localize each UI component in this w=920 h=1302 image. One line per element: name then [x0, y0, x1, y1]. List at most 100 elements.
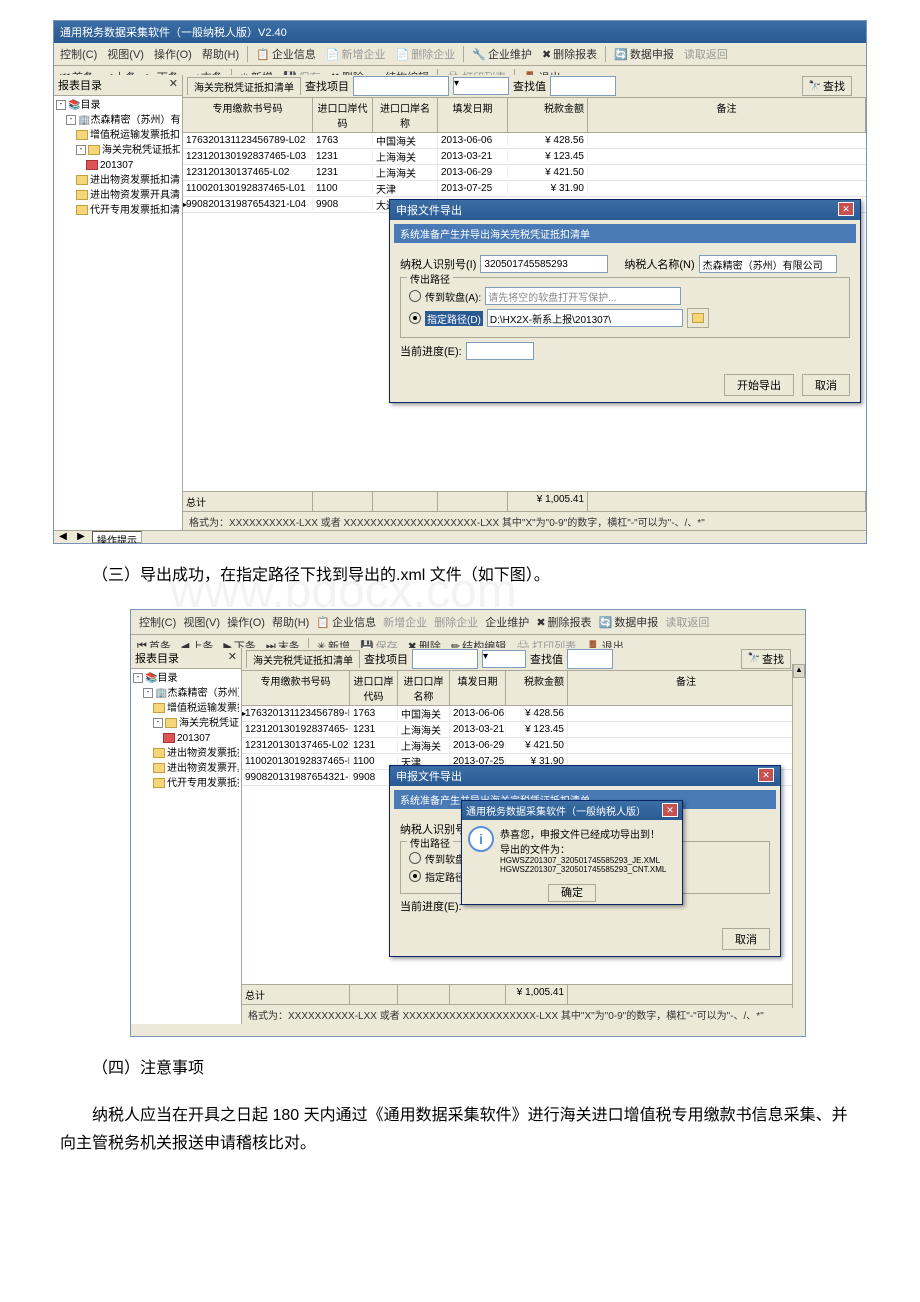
- tree-item-active[interactable]: 201307: [56, 158, 180, 173]
- tree-close-icon[interactable]: ✕: [169, 77, 178, 93]
- close-icon[interactable]: ✕: [662, 803, 678, 817]
- tree-item[interactable]: 增值税运输发票抵扣清单: [133, 701, 239, 716]
- tree-item[interactable]: 进出物资发票抵扣清单: [56, 173, 180, 188]
- menu-help[interactable]: 帮助(H): [270, 613, 311, 631]
- tree-company[interactable]: -🏢杰森精密（苏州）有限公司: [133, 686, 239, 701]
- tree-item[interactable]: 进出物资发票抵扣清单: [133, 746, 239, 761]
- browse-button[interactable]: [687, 308, 709, 328]
- table-row[interactable]: 123120130192837465-L031231上海海关2013-03-21…: [183, 149, 866, 165]
- folder-open-icon: [692, 313, 704, 323]
- format-hint: 格式为：XXXXXXXXXX-LXX 或者 XXXXXXXXXXXXXXXXXX…: [183, 511, 866, 531]
- cancel-button[interactable]: 取消: [722, 928, 770, 950]
- path-input[interactable]: D:\HX2X-新系上报\201307\: [487, 309, 683, 327]
- progress-label: 当前进度(E):: [400, 898, 462, 914]
- col-header[interactable]: 税款金额: [508, 98, 588, 132]
- cell: 1763: [350, 708, 398, 719]
- table-row[interactable]: 123120130192837465-L031231上海海关2013-03-21…: [242, 722, 805, 738]
- scroll-up-icon[interactable]: ▲: [793, 664, 805, 678]
- tree-close-icon[interactable]: ✕: [228, 650, 237, 666]
- col-header[interactable]: 填发日期: [450, 671, 506, 705]
- tree-item[interactable]: -海关完税凭证抵扣清单: [133, 716, 239, 731]
- radio-floppy[interactable]: [409, 852, 421, 864]
- col-header[interactable]: 进口口岸代码: [313, 98, 373, 132]
- radio-path[interactable]: [409, 870, 421, 882]
- query-input[interactable]: [353, 76, 449, 96]
- tree-company[interactable]: -🏢杰森精密（苏州）有限公司: [56, 113, 180, 128]
- vertical-scrollbar[interactable]: ▲: [792, 664, 805, 1008]
- scroll-right-icon[interactable]: ▶: [72, 531, 90, 543]
- grid-tab[interactable]: 海关完税凭证抵扣清单: [246, 650, 360, 668]
- table-row[interactable]: 176320131123456789-L021763中国海关2013-06-06…: [183, 133, 866, 149]
- msg-file: HGWSZ201307_320501745585293_CNT.XML: [500, 865, 666, 874]
- table-row[interactable]: 110020130192837465-L011100天津2013-07-25¥ …: [183, 181, 866, 197]
- col-header[interactable]: 进口口岸代码: [350, 671, 398, 705]
- menu-help[interactable]: 帮助(H): [200, 45, 241, 63]
- tree-item[interactable]: 代开专用发票抵扣清单: [56, 203, 180, 218]
- cell: 2013-03-21: [438, 151, 508, 162]
- find-button[interactable]: 🔭查找: [802, 76, 852, 96]
- cell: ¥ 428.56: [506, 708, 568, 719]
- menu-view[interactable]: 视图(V): [181, 613, 222, 631]
- cell: 123120130137465-L02: [242, 740, 350, 751]
- tree-item[interactable]: -海关完税凭证抵扣清单: [56, 143, 180, 158]
- tree-root[interactable]: -📚目录: [133, 671, 239, 686]
- menu-operate[interactable]: 操作(O): [152, 45, 194, 63]
- catalog-select[interactable]: ▾: [453, 77, 509, 95]
- ent-info-button[interactable]: 📋企业信息: [254, 45, 318, 63]
- cell: 176320131123456789-L02: [242, 708, 350, 719]
- close-icon[interactable]: ✕: [758, 768, 774, 782]
- cell: 110020130192837465-L01: [242, 756, 350, 767]
- radio-path[interactable]: [409, 312, 421, 324]
- menu-control[interactable]: 控制(C): [137, 613, 178, 631]
- cancel-button[interactable]: 取消: [802, 374, 850, 396]
- taxid-field[interactable]: 320501745585293: [480, 255, 608, 273]
- table-row[interactable]: 123120130137465-L021231上海海关2013-06-29¥ 4…: [183, 165, 866, 181]
- ent-maint-button[interactable]: 🔧企业维护: [470, 45, 534, 63]
- tree-item[interactable]: 进出物资发票开具清单: [133, 761, 239, 776]
- tree-root[interactable]: -📚目录: [56, 98, 180, 113]
- cell: 1231: [350, 740, 398, 751]
- col-header[interactable]: 专用缴款书号码: [183, 98, 313, 132]
- ent-maint-button[interactable]: 企业维护: [483, 613, 531, 631]
- catalog-input[interactable]: [567, 649, 613, 669]
- catalog-input[interactable]: [550, 76, 616, 96]
- cell: 990820131987654321-L04: [183, 199, 313, 210]
- close-icon[interactable]: ✕: [838, 202, 854, 216]
- table-row[interactable]: 123120130137465-L021231上海海关2013-06-29¥ 4…: [242, 738, 805, 754]
- col-header[interactable]: 专用缴款书号码: [242, 671, 350, 705]
- data-declare-button[interactable]: 🔄数据申报: [597, 613, 661, 631]
- data-declare-button[interactable]: 🔄数据申报: [612, 45, 676, 63]
- find-button[interactable]: 🔭查找: [741, 649, 791, 669]
- cell: 9908: [313, 199, 373, 210]
- scroll-left-icon[interactable]: ◀: [54, 531, 72, 543]
- tree-item-active[interactable]: 201307: [133, 731, 239, 746]
- menu-operate[interactable]: 操作(O): [225, 613, 267, 631]
- table-row[interactable]: ▶176320131123456789-L021763中国海关2013-06-0…: [242, 706, 805, 722]
- col-header[interactable]: 进口口岸名称: [373, 98, 438, 132]
- taxname-field[interactable]: 杰森精密（苏州）有限公司: [699, 255, 837, 273]
- doc-paragraph-3: （三）导出成功，在指定路径下找到导出的.xml 文件（如下图）。: [60, 562, 860, 591]
- start-export-button[interactable]: 开始导出: [724, 374, 794, 396]
- del-report-button[interactable]: ✖删除报表: [540, 45, 599, 63]
- menu-view[interactable]: 视图(V): [105, 45, 146, 63]
- tree-item[interactable]: 代开专用发票抵扣清单: [133, 776, 239, 791]
- ent-info-button[interactable]: 📋企业信息: [314, 613, 378, 631]
- radio-floppy[interactable]: [409, 290, 421, 302]
- tree-item[interactable]: 进出物资发票开具清单: [56, 188, 180, 203]
- col-header[interactable]: 税款金额: [506, 671, 568, 705]
- tree-item[interactable]: 增值税运输发票抵扣清单: [56, 128, 180, 143]
- col-header[interactable]: 备注: [568, 671, 805, 705]
- grid-tab[interactable]: 海关完税凭证抵扣清单: [187, 77, 301, 95]
- col-header[interactable]: 填发日期: [438, 98, 508, 132]
- catalog-select[interactable]: ▾: [482, 650, 526, 668]
- cell: ¥ 123.45: [506, 724, 568, 735]
- menu-control[interactable]: 控制(C): [58, 45, 99, 63]
- col-header[interactable]: 备注: [588, 98, 866, 132]
- ok-button[interactable]: 确定: [548, 884, 596, 902]
- cell: 2013-06-06: [450, 708, 506, 719]
- tree-panel: 报表目录 ✕ -📚目录 -🏢杰森精密（苏州）有限公司 增值税运输发票抵扣清单 -…: [54, 75, 183, 531]
- col-header[interactable]: 进口口岸名称: [398, 671, 450, 705]
- del-report-button[interactable]: ✖删除报表: [534, 613, 593, 631]
- query-input[interactable]: [412, 649, 478, 669]
- cell: 1100: [313, 183, 373, 194]
